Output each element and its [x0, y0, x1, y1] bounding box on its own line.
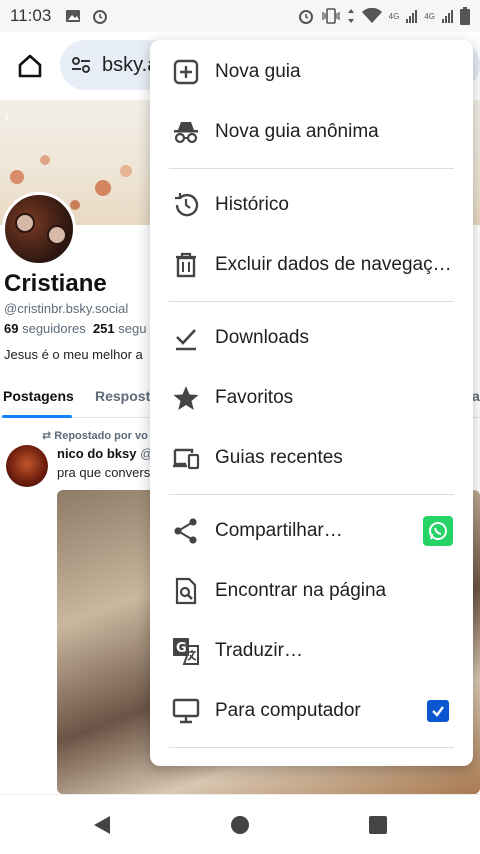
- following-label: segu: [118, 321, 147, 336]
- system-navigation-bar: [0, 794, 480, 854]
- menu-divider: [169, 747, 454, 748]
- site-settings-icon[interactable]: [70, 54, 92, 76]
- profile-handle: @cristinbr.bsky.social: [4, 301, 129, 316]
- status-time: 11:03: [10, 6, 52, 25]
- incognito-icon: [174, 122, 198, 144]
- home-icon[interactable]: [16, 52, 44, 80]
- signal-icon: [442, 9, 453, 23]
- menu-item-label: Guias recentes: [215, 447, 343, 468]
- menu-item-new-tab[interactable]: Nova guia: [150, 42, 473, 102]
- menu-item-label: Encontrar na página: [215, 580, 387, 601]
- menu-item-translate[interactable]: G Traduzir…: [150, 621, 473, 681]
- whatsapp-icon: [429, 522, 447, 540]
- menu-item-label: Traduzir…: [215, 640, 303, 661]
- back-arrow-icon[interactable]: ‹: [4, 108, 9, 126]
- data-transfer-icon: [347, 9, 354, 23]
- alarm-icon: [93, 10, 108, 24]
- signal-icon: [406, 9, 418, 23]
- status-bar: 11:03 4G 4G: [0, 0, 480, 32]
- menu-divider: [169, 301, 454, 302]
- network-type-label: 4G: [424, 11, 435, 21]
- menu-divider: [169, 494, 454, 495]
- home-nav-icon[interactable]: [228, 813, 252, 837]
- menu-item-find-in-page[interactable]: Encontrar na página: [150, 561, 473, 621]
- menu-item-history[interactable]: Histórico: [150, 175, 473, 235]
- wifi-icon: [361, 8, 382, 23]
- menu-item-label: Para computador: [215, 700, 361, 721]
- menu-item-label: Nova guia anônima: [215, 121, 379, 142]
- menu-item-bookmarks[interactable]: Favoritos: [150, 368, 473, 428]
- active-tab-indicator: [2, 415, 72, 418]
- post-author-name: nico do bksy: [57, 446, 137, 461]
- menu-item-label: Nova guia: [215, 61, 301, 82]
- followers-label: seguidores: [22, 321, 86, 336]
- post-text: pra que convers: [57, 465, 151, 480]
- menu-item-label: Favoritos: [215, 387, 294, 408]
- tab-posts[interactable]: Postagens: [3, 388, 74, 404]
- battery-icon: [460, 7, 470, 25]
- network-type-label: 4G: [388, 11, 400, 21]
- alarm-icon: [298, 10, 313, 24]
- repost-indicator: ⇄ Repostado por vo: [42, 429, 148, 442]
- find-in-page-icon: [175, 577, 197, 605]
- profile-stats: 69 seguidores 251 segu: [4, 321, 146, 336]
- tab-replies[interactable]: Respost: [95, 388, 150, 404]
- star-icon: [173, 386, 199, 410]
- menu-item-downloads[interactable]: Downloads: [150, 308, 473, 368]
- post-author[interactable]: nico do bksy @: [57, 446, 153, 461]
- translate-icon: G: [173, 638, 199, 665]
- browser-overflow-menu: Nova guia Nova guia anônima Histórico Ex…: [150, 40, 473, 766]
- download-icon: [176, 329, 196, 351]
- menu-item-label: Downloads: [215, 327, 309, 348]
- history-icon: [175, 193, 199, 217]
- recent-apps-icon[interactable]: [366, 813, 390, 837]
- svg-text:G: G: [176, 641, 187, 656]
- followers-count: 69: [4, 321, 19, 336]
- post-author-avatar[interactable]: [6, 445, 48, 487]
- vibrate-icon: [322, 8, 340, 24]
- menu-item-clear-browsing-data[interactable]: Excluir dados de navegaç…: [150, 235, 473, 295]
- new-tab-icon: [173, 59, 199, 85]
- menu-item-label: Histórico: [215, 194, 289, 215]
- menu-divider: [169, 168, 454, 169]
- profile-name: Cristiane: [4, 270, 107, 297]
- menu-item-incognito-tab[interactable]: Nova guia anônima: [150, 102, 473, 162]
- back-icon[interactable]: [90, 813, 114, 837]
- desktop-site-checkbox[interactable]: [427, 700, 449, 722]
- share-icon: [174, 518, 197, 544]
- avatar: [2, 192, 76, 266]
- tab-media[interactable]: a: [472, 388, 480, 404]
- menu-item-label: Compartilhar…: [215, 520, 343, 541]
- trash-icon: [176, 252, 196, 278]
- menu-item-desktop-site[interactable]: Para computador: [150, 681, 473, 741]
- menu-item-share[interactable]: Compartilhar…: [150, 501, 473, 561]
- whatsapp-share-button[interactable]: [423, 516, 453, 546]
- menu-item-label: Excluir dados de navegaç…: [215, 254, 452, 275]
- gallery-icon: [66, 10, 81, 22]
- profile-bio: Jesus é o meu melhor a: [4, 347, 143, 362]
- menu-item-recent-tabs[interactable]: Guias recentes: [150, 428, 473, 488]
- repost-icon: ⇄: [42, 430, 52, 442]
- devices-icon: [173, 448, 200, 470]
- desktop-icon: [172, 698, 200, 724]
- repost-label: Repostado por vo: [54, 430, 148, 442]
- check-icon: [432, 706, 444, 717]
- following-count: 251: [92, 321, 115, 336]
